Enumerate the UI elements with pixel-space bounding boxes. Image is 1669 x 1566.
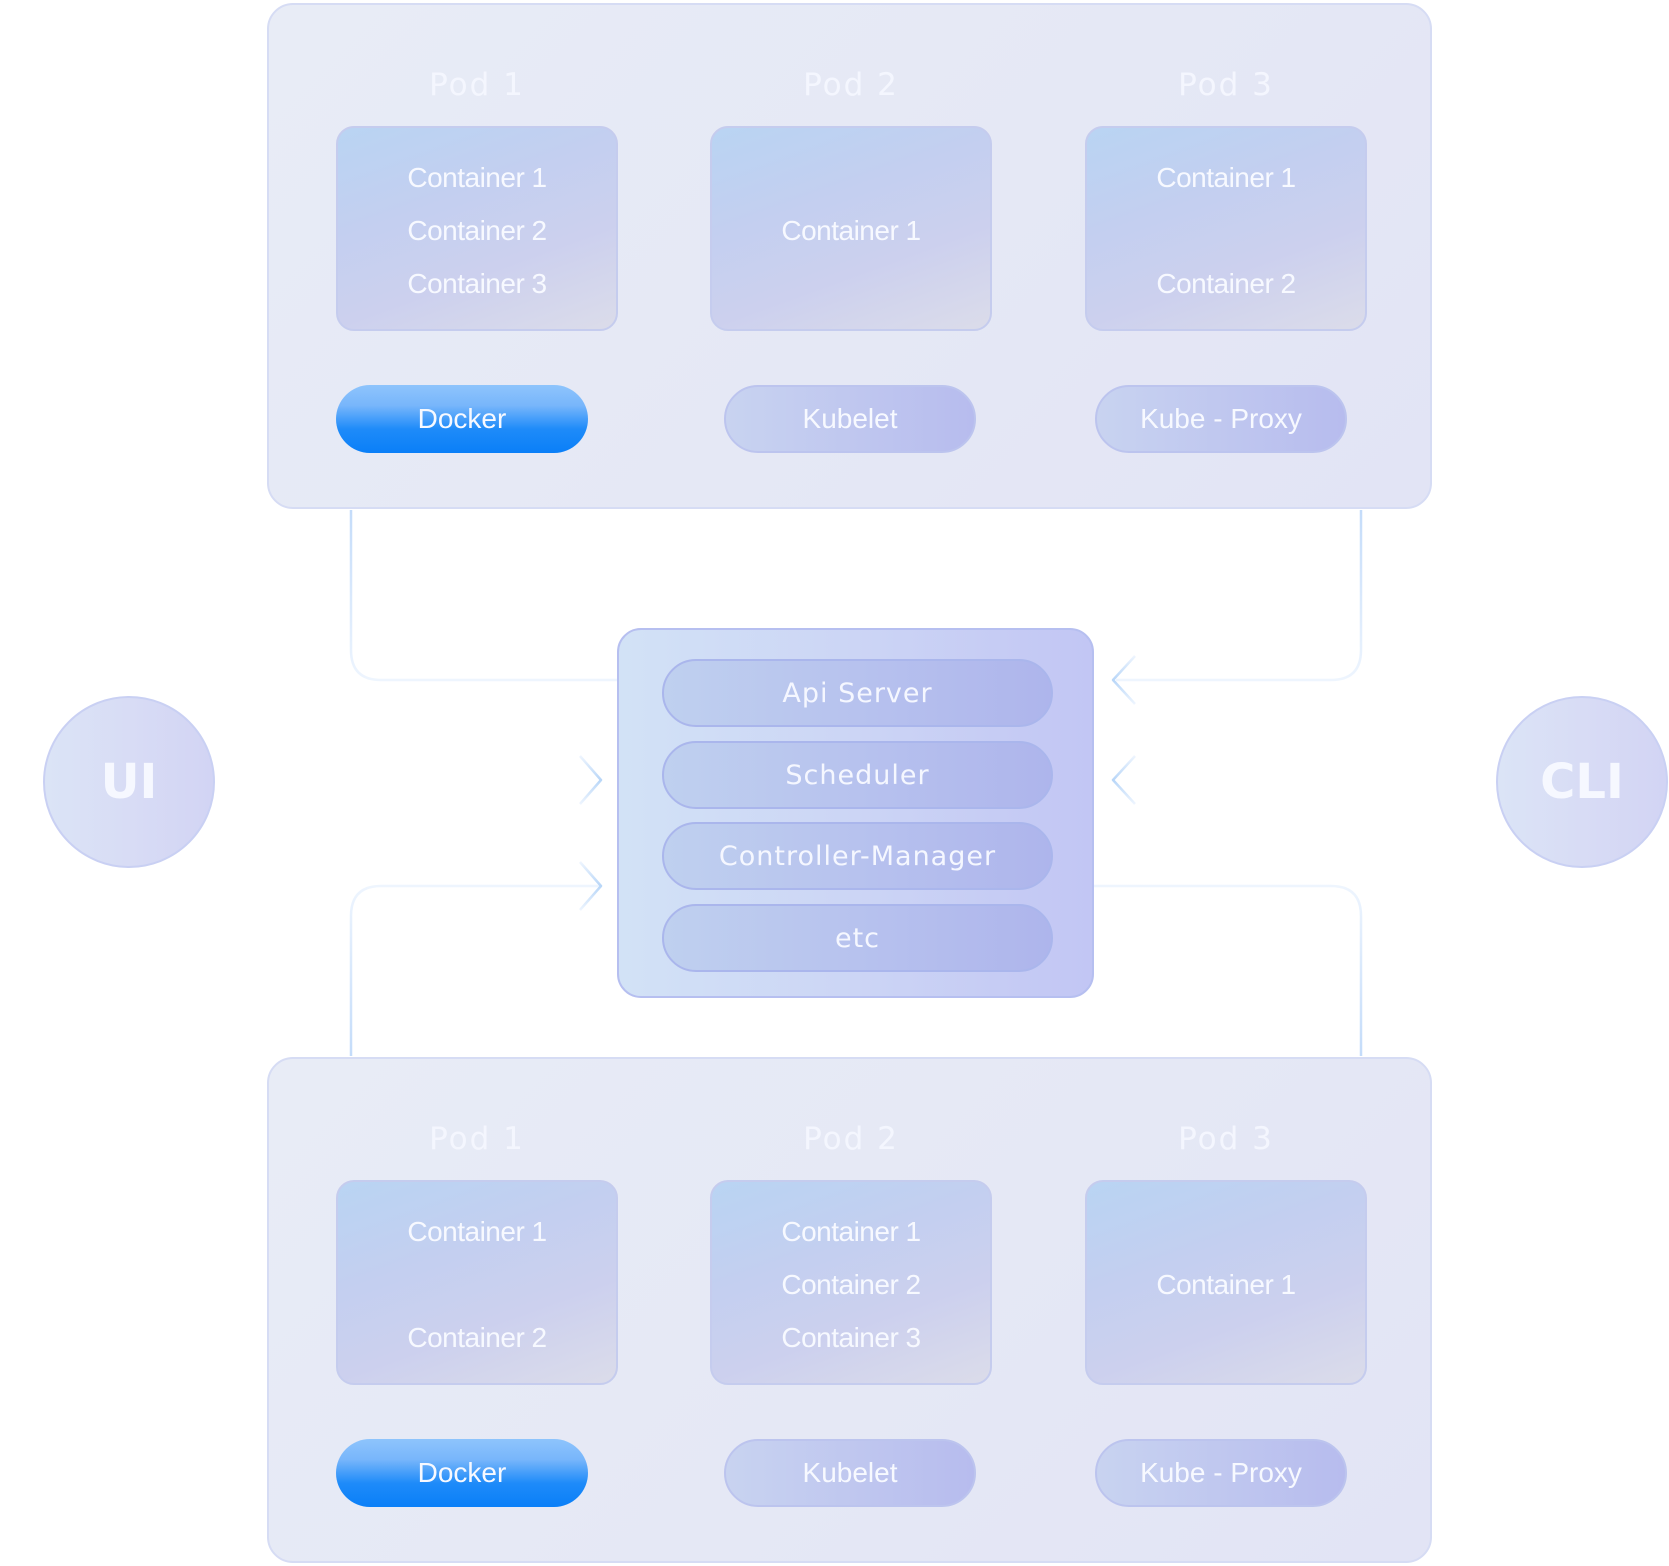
docker-pill[interactable]: Docker <box>336 385 588 453</box>
container-label: Container 1 <box>1156 1269 1296 1300</box>
container-label: Container 1 <box>781 215 921 246</box>
kubelet-pill[interactable]: Kubelet <box>724 385 976 453</box>
control-plane: Api Server Scheduler Controller-Manager … <box>617 628 1094 998</box>
container-label: Container 1 <box>407 162 547 193</box>
pod-3-containers[interactable]: Container 1 Container 2 <box>1085 126 1367 331</box>
pod-title: Pod 2 <box>803 67 899 103</box>
etc-pill[interactable]: etc <box>662 904 1053 972</box>
pod-3-containers[interactable]: Container 1 <box>1085 1180 1367 1385</box>
kube-proxy-pill[interactable]: Kube - Proxy <box>1095 1439 1347 1507</box>
kubelet-pill[interactable]: Kubelet <box>724 1439 976 1507</box>
arrow-right-icon <box>579 755 603 805</box>
container-label: Container 2 <box>407 215 547 246</box>
container-label: Container 2 <box>781 1269 921 1300</box>
cli-client-circle[interactable]: CLI <box>1496 696 1668 868</box>
worker-node-bottom: Pod 1 Pod 2 Pod 3 Container 1 Container … <box>267 1057 1432 1563</box>
connector-top-left <box>349 510 617 682</box>
ui-client-circle[interactable]: UI <box>43 696 215 868</box>
container-label: Container 3 <box>407 268 547 299</box>
pod-title: Pod 3 <box>1178 67 1274 103</box>
container-label: Container 1 <box>781 1216 921 1247</box>
pod-2-containers[interactable]: Container 1 <box>710 126 992 331</box>
pod-2-containers[interactable]: Container 1 Container 2 Container 3 <box>710 1180 992 1385</box>
worker-node-top: Pod 1 Pod 2 Pod 3 Container 1 Container … <box>267 3 1432 509</box>
pod-title: Pod 1 <box>429 1121 525 1157</box>
pod-title: Pod 1 <box>429 67 525 103</box>
pod-title: Pod 2 <box>803 1121 899 1157</box>
container-label: Container 3 <box>781 1322 921 1353</box>
container-label: Container 1 <box>1156 162 1296 193</box>
pod-title: Pod 3 <box>1178 1121 1274 1157</box>
kube-proxy-pill[interactable]: Kube - Proxy <box>1095 385 1347 453</box>
docker-pill[interactable]: Docker <box>336 1439 588 1507</box>
container-label: Container 2 <box>407 1322 547 1353</box>
arrow-left-icon <box>1111 755 1136 805</box>
pod-1-containers[interactable]: Container 1 Container 2 <box>336 1180 618 1385</box>
controller-manager-pill[interactable]: Controller-Manager <box>662 822 1053 890</box>
connector-bottom-right <box>1094 884 1363 1056</box>
container-label: Container 2 <box>1156 268 1296 299</box>
connector-bottom-left <box>349 884 600 1056</box>
container-label: Container 1 <box>407 1216 547 1247</box>
api-server-pill[interactable]: Api Server <box>662 659 1053 727</box>
pod-1-containers[interactable]: Container 1 Container 2 Container 3 <box>336 126 618 331</box>
scheduler-pill[interactable]: Scheduler <box>662 741 1053 809</box>
connector-top-right <box>1116 510 1363 682</box>
